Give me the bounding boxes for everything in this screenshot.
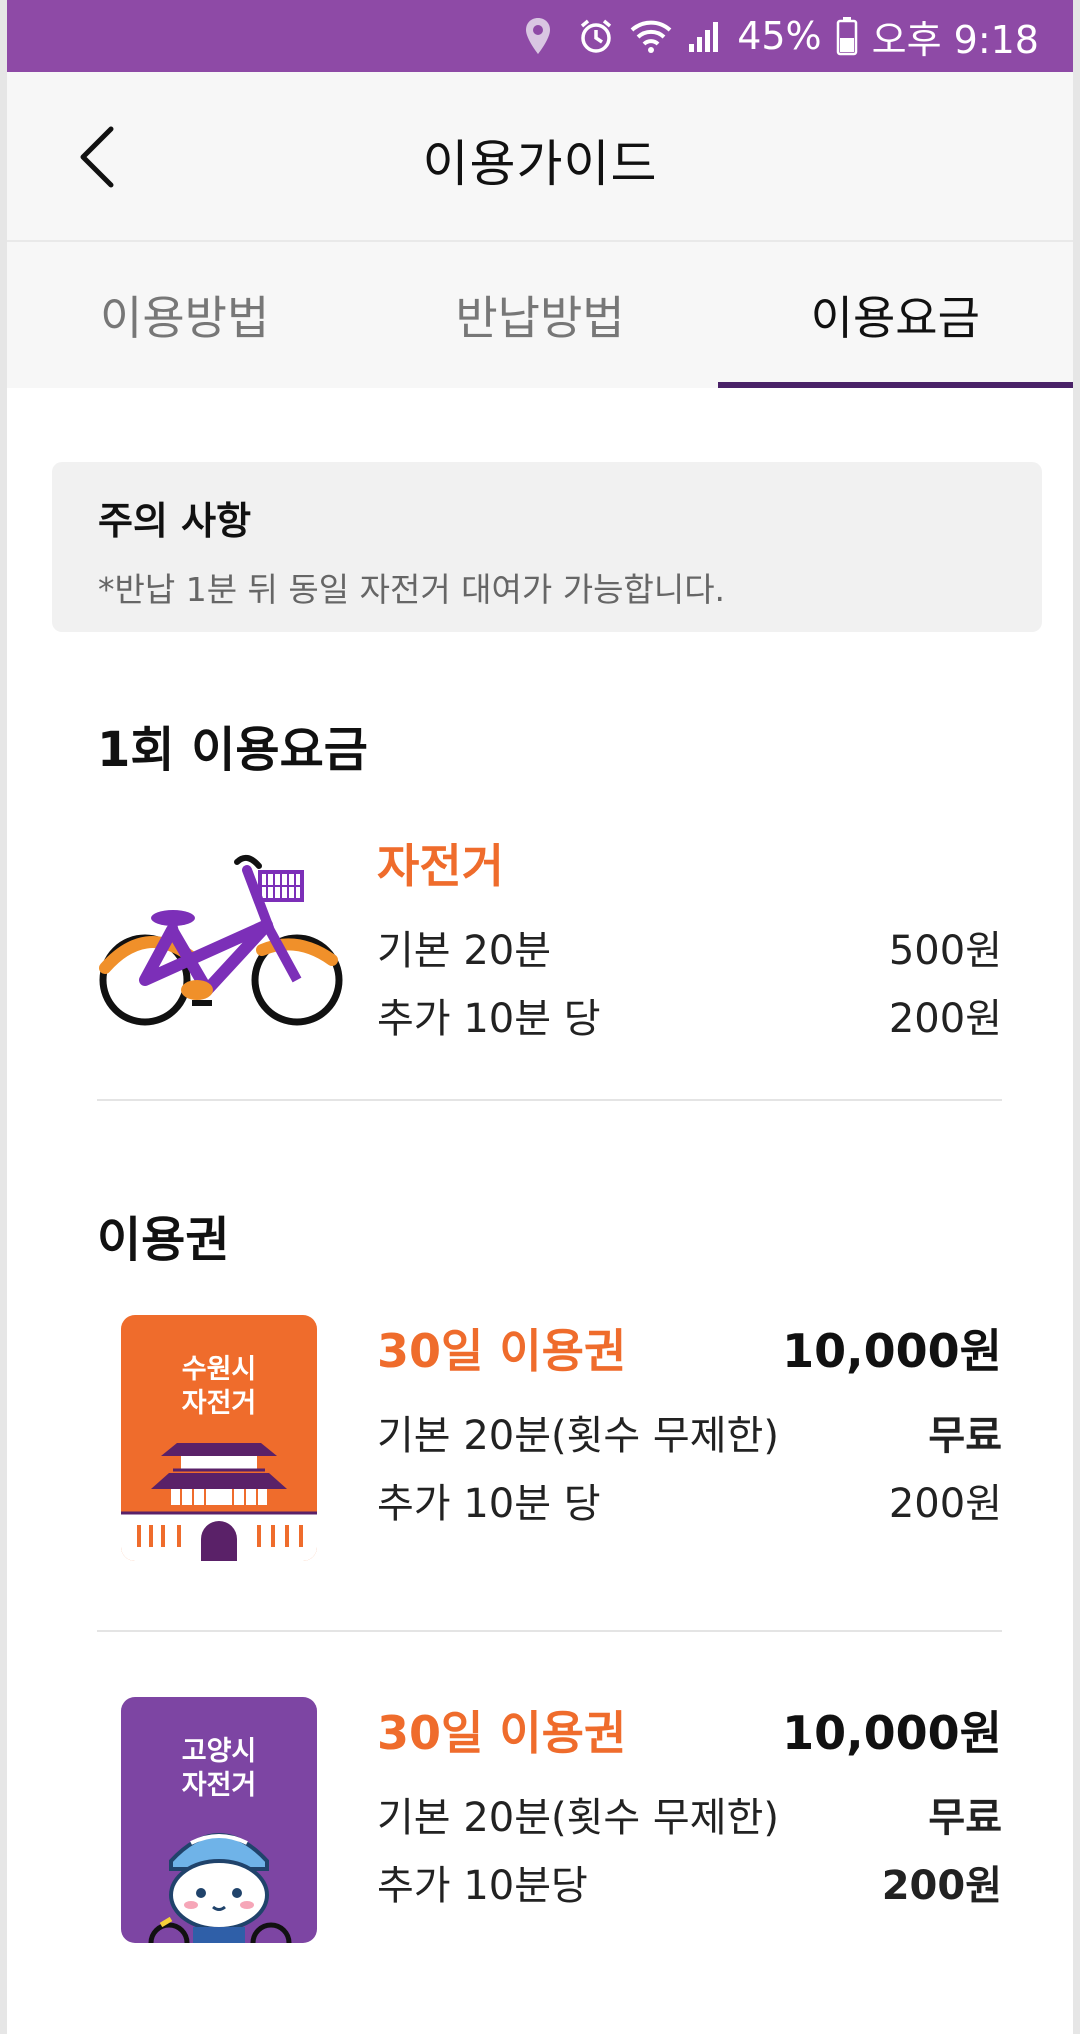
status-bar: 45% 오후 9:18 [7,0,1073,72]
pass-price: 10,000원 [782,1324,1002,1378]
card-label: 수원시 자전거 [121,1353,317,1421]
divider [97,1630,1002,1632]
single-fee-section-title: 1회 이용요금 [97,722,368,778]
single-fee-line: 추가 10분 당 200원 [377,986,1002,1044]
notice-title: 주의 사항 [98,499,252,543]
card-subtitle: 자전거 [181,1388,257,1419]
fee-label: 추가 10분 당 [377,1481,601,1527]
fee-label: 추가 10분 당 [377,996,601,1042]
card-subtitle: 자전거 [181,1770,257,1801]
tab-usage-fee[interactable]: 이용요금 [717,242,1073,388]
pass-fee-line: 추가 10분 당 200원 [377,1471,1002,1529]
battery-percent: 45% [737,14,822,58]
fee-value: 200원 [881,1863,1002,1909]
pass-item: 고양시 자전거 30일 이용권 10,000원 기본 20분(횟수 무제한) 무… [97,1697,1002,1947]
passes-section-title: 이용권 [97,1212,230,1268]
battery-icon [836,16,858,56]
location-icon [523,16,553,56]
fee-label: 기본 20분(횟수 무제한) [377,1795,779,1841]
card-label: 고양시 자전거 [121,1735,317,1803]
pass-fee-line: 추가 10분당 200원 [377,1853,1002,1911]
pass-fee-line: 기본 20분(횟수 무제한) 무료 [377,1403,1002,1461]
card-city: 수원시 [181,1354,257,1385]
single-fee-row: 자전거 기본 20분 500원 추가 10분 당 200원 [97,830,1002,1050]
card-city: 고양시 [181,1736,257,1767]
fee-label: 기본 20분(횟수 무제한) [377,1413,779,1459]
single-fee-item-title: 자전거 [377,839,504,893]
divider [97,1099,1002,1101]
screen: 45% 오후 9:18 이용가이드 이용방법 반납방법 이용요금 주의 사항 *… [0,0,1080,2034]
fee-label: 기본 20분 [377,928,552,974]
suwon-bike-card: 수원시 자전거 [121,1315,317,1561]
notice-box: 주의 사항 *반납 1분 뒤 동일 자전거 대여가 가능합니다. [52,462,1042,632]
pass-item: 수원시 자전거 30일 이용권 10,000원 기본 20분(횟수 무제한) 무… [97,1315,1002,1565]
goyang-bike-card: 고양시 자전거 [121,1697,317,1943]
notice-text: *반납 1분 뒤 동일 자전거 대여가 가능합니다. [98,570,726,609]
fee-value: 500원 [888,928,1002,974]
fee-value: 200원 [888,1481,1002,1527]
fee-value: 무료 [928,1413,1002,1459]
palace-icon [121,1443,317,1561]
tab-bar: 이용방법 반납방법 이용요금 [7,242,1073,388]
signal-icon [687,18,723,54]
tab-usage-method[interactable]: 이용방법 [7,242,362,388]
bicycle-icon [99,854,343,1026]
single-fee-line: 기본 20분 500원 [377,918,1002,976]
tab-return-method[interactable]: 반납방법 [362,242,717,388]
pass-price: 10,000원 [782,1706,1002,1760]
pass-fee-line: 기본 20분(횟수 무제한) 무료 [377,1785,1002,1843]
page-title: 이용가이드 [422,135,658,193]
fee-value: 200원 [888,996,1002,1042]
mascot-icon [148,1833,292,1943]
clock: 오후 9:18 [871,17,1039,62]
fee-value: 무료 [928,1795,1002,1841]
wifi-icon [629,17,673,55]
alarm-icon [577,17,615,55]
fee-label: 추가 10분당 [377,1863,588,1909]
app-header: 이용가이드 [7,72,1073,242]
